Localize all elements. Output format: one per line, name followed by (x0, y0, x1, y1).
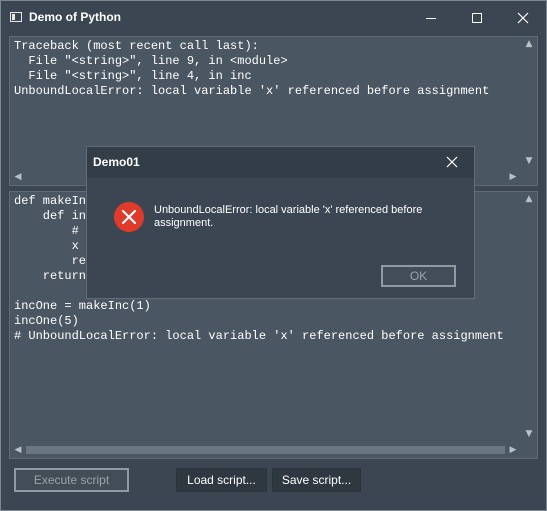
scroll-left-icon[interactable]: ◀ (10, 173, 26, 182)
scroll-down-icon[interactable]: ▼ (521, 157, 537, 166)
main-window: Demo of Python Traceback (most recent ca… (0, 0, 547, 511)
window-title: Demo of Python (29, 10, 121, 24)
scroll-up-icon[interactable]: ▲ (521, 40, 537, 49)
scroll-right-icon[interactable]: ▶ (505, 173, 521, 182)
scroll-corner (521, 169, 537, 185)
close-icon (446, 156, 458, 168)
execute-script-button[interactable]: Execute script (14, 468, 129, 492)
scroll-down-icon[interactable]: ▼ (521, 430, 537, 439)
output-vertical-scrollbar[interactable]: ▲ ▼ (521, 37, 537, 169)
dialog-message: UnboundLocalError: local variable 'x' re… (154, 204, 423, 229)
scroll-left-icon[interactable]: ◀ (10, 446, 26, 455)
load-script-button[interactable]: Load script... (176, 468, 267, 492)
maximize-button[interactable] (454, 1, 500, 35)
scroll-right-icon[interactable]: ▶ (505, 446, 521, 455)
code-vertical-scrollbar[interactable]: ▲ ▼ (521, 192, 537, 442)
dialog-close-button[interactable] (440, 150, 464, 174)
scroll-up-icon[interactable]: ▲ (521, 195, 537, 204)
close-button[interactable] (500, 1, 546, 35)
dialog-title: Demo01 (93, 155, 140, 169)
maximize-icon (472, 13, 482, 23)
horizontal-scroll-thumb[interactable] (26, 446, 505, 454)
save-script-button[interactable]: Save script... (272, 468, 361, 492)
window-icon (10, 12, 22, 22)
output-text: Traceback (most recent call last): File … (14, 39, 490, 98)
ok-button[interactable]: OK (381, 265, 456, 287)
code-horizontal-scrollbar[interactable]: ◀ ▶ (10, 442, 521, 458)
minimize-button[interactable] (408, 1, 454, 35)
error-icon (114, 202, 144, 232)
error-dialog: Demo01 UnboundLocalError: local variable… (86, 146, 475, 299)
close-icon (517, 12, 529, 24)
dialog-body: UnboundLocalError: local variable 'x' re… (87, 178, 474, 298)
title-bar[interactable]: Demo of Python (1, 1, 546, 35)
minimize-icon (426, 17, 436, 19)
scroll-corner (521, 442, 537, 458)
